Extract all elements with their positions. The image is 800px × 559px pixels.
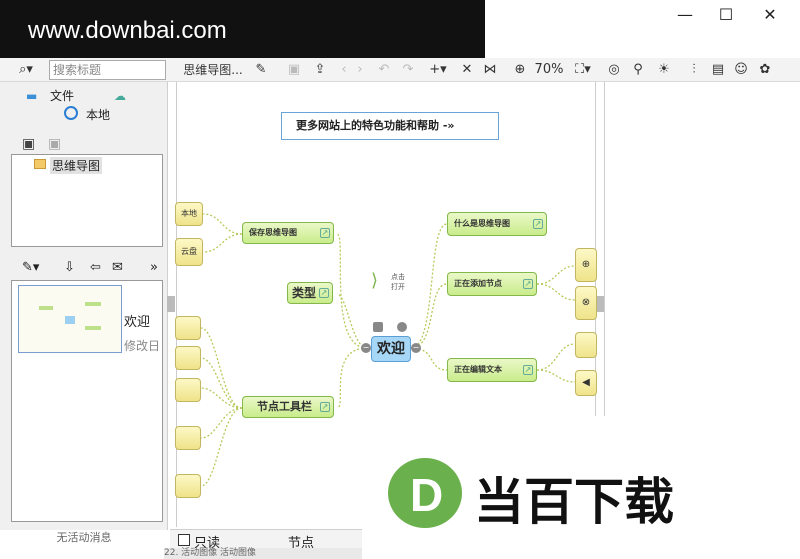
- document-title[interactable]: 思维导图...: [180, 58, 246, 82]
- comment-icon[interactable]: ▤: [708, 58, 728, 82]
- external-link-icon[interactable]: ↗: [523, 279, 533, 289]
- leaf-node[interactable]: [175, 316, 201, 340]
- new-folder-icon[interactable]: ▣: [22, 136, 35, 152]
- idea-icon[interactable]: ☀: [654, 58, 674, 82]
- leaf-node[interactable]: [175, 346, 201, 370]
- node-label: 保存思维导图: [249, 228, 297, 237]
- cloud-icon[interactable]: ☁: [114, 86, 134, 106]
- export-icon[interactable]: ⇦: [90, 260, 101, 275]
- zoom-icon[interactable]: ⊕: [510, 58, 530, 82]
- leaf-node[interactable]: [175, 426, 201, 450]
- zoom-level[interactable]: 70%: [530, 58, 568, 82]
- leaf-node[interactable]: ◀: [575, 370, 597, 396]
- thumbnail-panel: 欢迎 修改日: [11, 280, 163, 522]
- delete-folder-icon[interactable]: ▣: [48, 136, 61, 152]
- external-link-icon[interactable]: ↗: [320, 402, 330, 412]
- menu-icon[interactable]: [373, 322, 383, 332]
- brand-logo-letter: D: [410, 469, 444, 521]
- node-label: 什么是思维导图: [454, 219, 510, 228]
- connect-icon[interactable]: ⋈: [481, 58, 499, 82]
- node-label: 类型: [292, 286, 317, 300]
- delete-icon[interactable]: ✕: [458, 58, 476, 82]
- node-editing-text[interactable]: 正在编辑文本 ↗: [447, 358, 537, 382]
- save-icon[interactable]: ▣: [284, 58, 304, 82]
- leaf-local[interactable]: 本地: [175, 202, 203, 226]
- leaf-node[interactable]: [175, 474, 201, 498]
- brand-text: 当百下载: [474, 473, 674, 531]
- leaf-node[interactable]: [175, 378, 201, 402]
- status-line: 22. 活动图像 活动图像: [164, 548, 364, 559]
- node-label: 节点工具栏: [257, 400, 312, 413]
- leaf-cloud[interactable]: 云盘: [175, 238, 203, 266]
- maximize-button[interactable]: ☐: [711, 4, 741, 26]
- thumb-node: [39, 306, 53, 310]
- thumb-node: [85, 326, 101, 330]
- help-banner[interactable]: 更多网站上的特色功能和帮助 -»: [281, 112, 499, 140]
- thumb-date: 修改日: [124, 339, 161, 353]
- external-link-icon[interactable]: ↗: [533, 219, 543, 229]
- collapse-icon[interactable]: −: [411, 343, 421, 353]
- hint-icon: ⟩: [371, 270, 379, 291]
- leaf-plus[interactable]: ⊕: [575, 248, 597, 282]
- node-label: 正在添加节点: [454, 279, 502, 288]
- folder-icon: ▬: [26, 89, 38, 103]
- thumb-node: [85, 302, 101, 306]
- add-icon[interactable]: +▾: [424, 58, 452, 82]
- find-icon[interactable]: ⚲: [628, 58, 648, 82]
- edit-icon[interactable]: ✎: [250, 58, 272, 82]
- search-dropdown-icon[interactable]: ⌕▾: [8, 58, 44, 82]
- local-label[interactable]: 本地: [86, 106, 110, 123]
- map-thumbnail[interactable]: [18, 285, 122, 353]
- left-splitter[interactable]: [167, 296, 175, 312]
- click-hint-2: 打开: [391, 283, 405, 291]
- outline-icon[interactable]: ⫶: [684, 58, 704, 82]
- fit-icon[interactable]: ⛶▾: [570, 58, 596, 82]
- node-label: 正在编辑文本: [454, 365, 502, 374]
- brand-logo: D: [388, 458, 462, 528]
- local-icon: [64, 106, 78, 120]
- watermark-top: www.downbai.com: [0, 0, 485, 62]
- leaf-close[interactable]: ⊗: [575, 286, 597, 320]
- thumb-center: [65, 316, 75, 324]
- import-icon[interactable]: ⇩: [64, 260, 75, 275]
- node-toolbar[interactable]: 节点工具栏 ↗: [242, 396, 334, 418]
- undo-icon[interactable]: ↶: [374, 58, 394, 82]
- tree-item[interactable]: 思维导图: [50, 157, 103, 174]
- node-adding-node[interactable]: 正在添加节点 ↗: [447, 272, 537, 296]
- watermark-bottom: D 当百下载: [362, 416, 800, 559]
- external-link-icon[interactable]: ↗: [320, 228, 330, 238]
- target-icon[interactable]: ◎: [604, 58, 624, 82]
- external-link-icon[interactable]: ↗: [523, 365, 533, 375]
- external-link-icon[interactable]: ↗: [319, 288, 329, 298]
- forward-icon[interactable]: ›: [350, 58, 370, 82]
- more-icon[interactable]: »: [150, 260, 158, 275]
- click-hint-1: 点击: [391, 273, 405, 281]
- folder-tree: 思维导图: [11, 154, 163, 247]
- status-message: 无活动消息: [56, 531, 112, 544]
- center-node[interactable]: 欢迎: [371, 336, 411, 362]
- leaf-node[interactable]: [575, 332, 597, 358]
- close-button[interactable]: ✕: [755, 4, 785, 26]
- collapse-icon[interactable]: −: [361, 343, 371, 353]
- mail-icon[interactable]: ✉: [112, 260, 123, 275]
- readonly-checkbox[interactable]: [178, 534, 190, 546]
- source-tabs: ▬ 文件 ☁: [10, 86, 164, 106]
- right-panel: [604, 82, 800, 422]
- minimize-button[interactable]: —: [670, 4, 700, 26]
- text-icon[interactable]: [397, 322, 407, 332]
- search-input[interactable]: 搜索标题: [49, 60, 166, 80]
- redo-icon[interactable]: ↷: [398, 58, 418, 82]
- edit-note-icon[interactable]: ✎▾: [22, 260, 39, 275]
- node-what-is-mindmap[interactable]: 什么是思维导图 ↗: [447, 212, 547, 236]
- share-icon[interactable]: ⇪: [310, 58, 330, 82]
- palette-icon[interactable]: ✿: [755, 58, 775, 82]
- folder-icon: [34, 159, 46, 169]
- toolbar: ⌕▾ 搜索标题 思维导图... ✎ ▣ ⇪ ‹ › ↶ ↷ +▾ ✕ ⋈ ⊕ 7…: [0, 58, 800, 82]
- node-save-map[interactable]: 保存思维导图 ↗: [242, 222, 334, 244]
- thumb-title: 欢迎: [124, 315, 151, 330]
- smiley-icon[interactable]: ☺: [731, 58, 751, 82]
- node-type[interactable]: 类型 ↗: [287, 282, 333, 304]
- tab-file[interactable]: 文件: [50, 86, 82, 106]
